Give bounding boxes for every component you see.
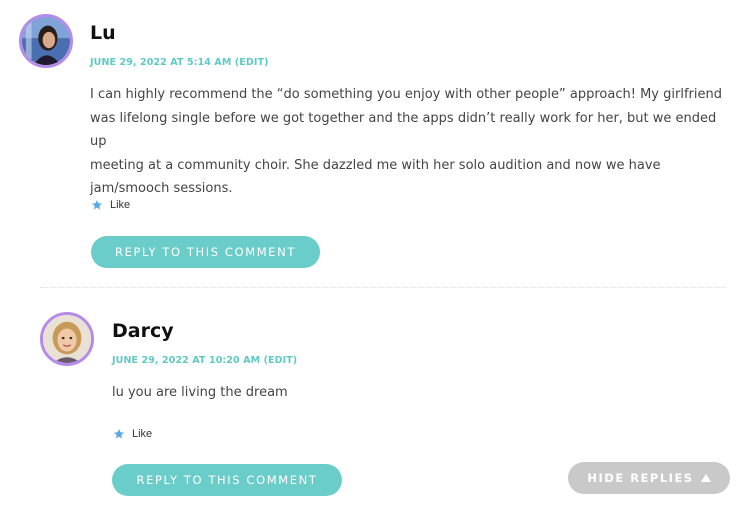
comment-author[interactable]: Darcy [112,320,174,342]
comment-author[interactable]: Lu [90,22,116,44]
comment-date[interactable]: JUNE 29, 2022 AT 5:14 AM [90,57,231,68]
star-icon [114,429,124,439]
reply-button[interactable]: REPLY TO THIS COMMENT [112,464,342,496]
reply-button[interactable]: REPLY TO THIS COMMENT [91,236,320,268]
comment-body-line: was lifelong single before we got togeth… [90,110,717,150]
like-button[interactable]: Like [91,199,130,211]
comment-body-line: jam/smooch sessions. [90,181,233,196]
comment-meta: JUNE 29, 2022 AT 10:20 AM (EDIT) [112,355,297,366]
avatar[interactable] [40,312,94,366]
like-label: Like [110,199,131,211]
edit-link[interactable]: (EDIT) [235,57,269,68]
hide-replies-label: HIDE REPLIES [587,471,694,485]
hide-replies-button[interactable]: HIDE REPLIES [568,462,730,494]
comment-body: lu you are living the dream [112,381,712,405]
avatar[interactable] [19,14,73,68]
comment-body-line: lu you are living the dream [112,385,288,400]
avatar-image [22,17,70,65]
like-button[interactable]: Like [113,428,152,440]
comment-lu: Lu JUNE 29, 2022 AT 5:14 AM (EDIT) I can… [0,0,743,288]
star-icon [92,200,102,210]
avatar-image [43,315,91,363]
triangle-up-icon [700,474,711,482]
comment-body-line: meeting at a community choir. She dazzle… [90,157,661,173]
comment-meta: JUNE 29, 2022 AT 5:14 AM (EDIT) [90,57,269,68]
comment-body-line: I can highly recommend the “do something… [90,87,722,102]
edit-link[interactable]: (EDIT) [264,355,298,366]
comment-body: I can highly recommend the “do something… [90,83,730,201]
like-label: Like [132,428,153,440]
comment-date[interactable]: JUNE 29, 2022 AT 10:20 AM [112,355,260,366]
